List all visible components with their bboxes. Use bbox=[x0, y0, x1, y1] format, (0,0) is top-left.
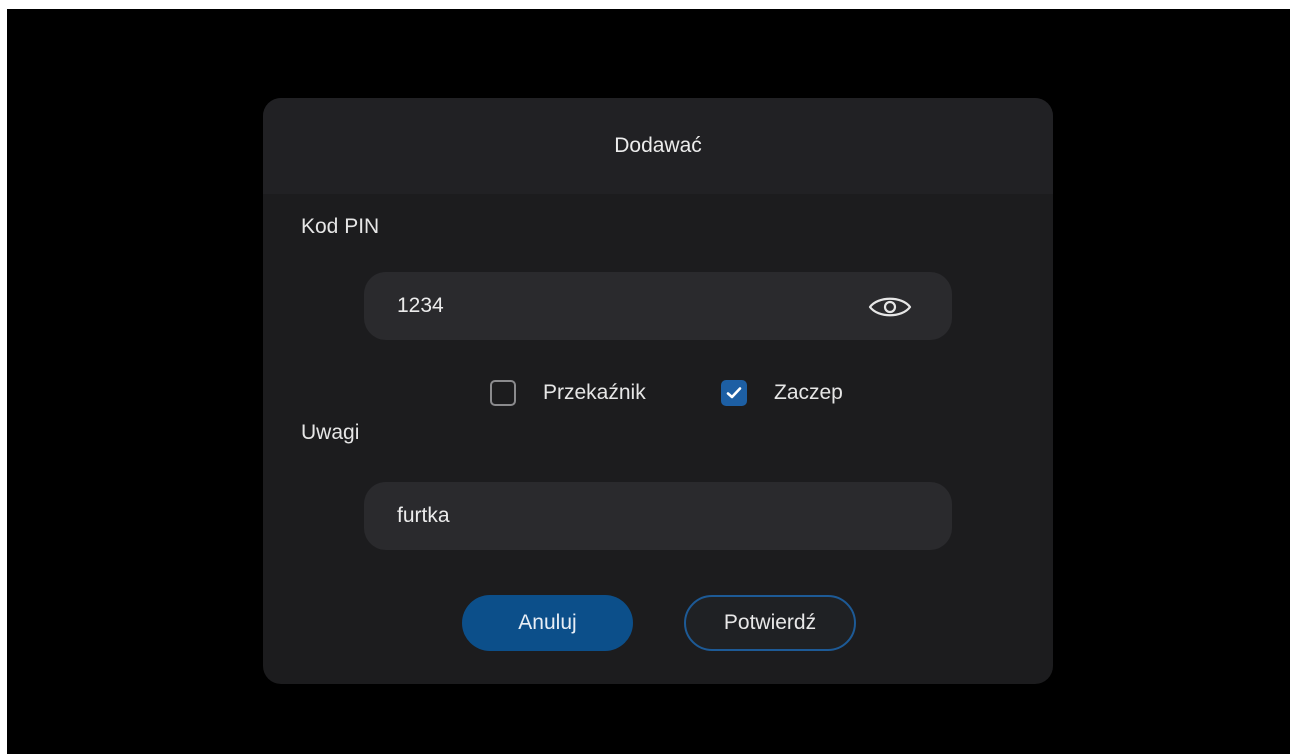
latch-checkbox[interactable] bbox=[721, 380, 747, 406]
pin-value: 1234 bbox=[397, 294, 444, 317]
relay-checkbox[interactable] bbox=[490, 380, 516, 406]
relay-option[interactable]: Przekaźnik bbox=[490, 378, 646, 408]
relay-label: Przekaźnik bbox=[543, 381, 646, 404]
checkmark-icon bbox=[726, 387, 742, 399]
dialog-title: Dodawać bbox=[614, 134, 702, 157]
pin-input[interactable]: 1234 bbox=[364, 272, 952, 340]
confirm-button[interactable]: Potwierdź bbox=[684, 595, 856, 651]
latch-label: Zaczep bbox=[774, 381, 843, 404]
notes-label: Uwagi bbox=[301, 421, 360, 444]
notes-input[interactable]: furtka bbox=[364, 482, 952, 550]
dialog-header: Dodawać bbox=[263, 98, 1053, 194]
latch-option[interactable]: Zaczep bbox=[721, 378, 843, 408]
add-dialog: Dodawać Kod PIN 1234 Przekaźnik Zaczep U… bbox=[263, 98, 1053, 684]
cancel-button[interactable]: Anuluj bbox=[462, 595, 633, 651]
screen: Dodawać Kod PIN 1234 Przekaźnik Zaczep U… bbox=[7, 9, 1290, 754]
notes-value: furtka bbox=[397, 504, 450, 527]
pin-label: Kod PIN bbox=[301, 215, 380, 238]
eye-icon[interactable] bbox=[867, 293, 913, 321]
